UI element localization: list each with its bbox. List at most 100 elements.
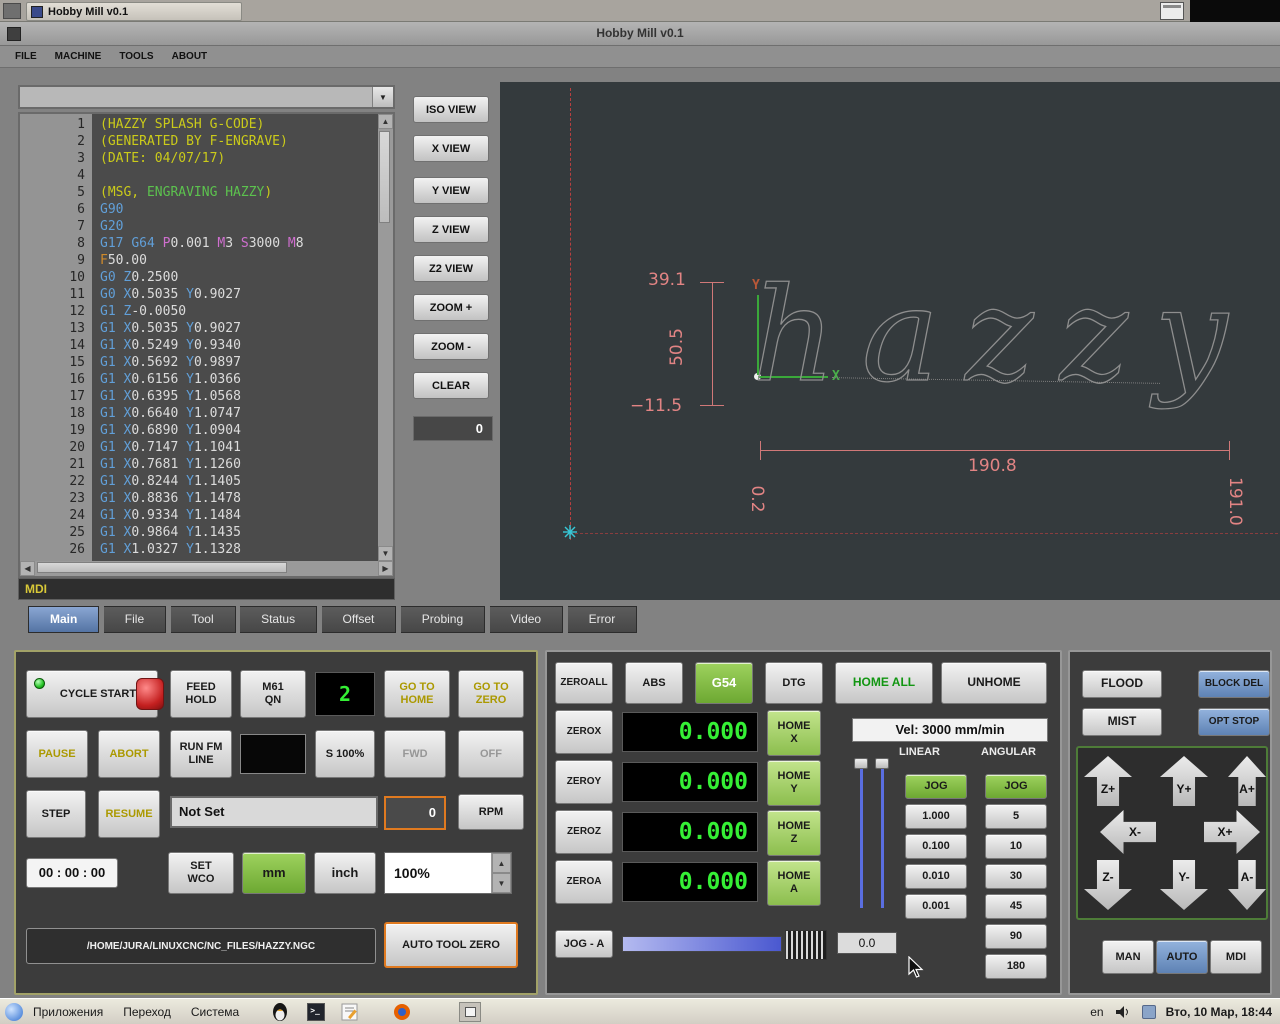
linear-inc-1[interactable]: 1.000: [905, 804, 967, 829]
feed-hold-button[interactable]: FEED HOLD: [170, 670, 232, 718]
block-delete-button[interactable]: BLOCK DEL: [1198, 670, 1270, 698]
jog-x-minus-button[interactable]: X-: [1100, 810, 1156, 854]
jog-z-plus-button[interactable]: Z+: [1084, 756, 1132, 806]
slider-handle[interactable]: [854, 758, 868, 769]
scroll-down-icon[interactable]: ▼: [378, 546, 393, 561]
y-view-button[interactable]: Y VIEW: [413, 177, 489, 204]
abort-button[interactable]: ABORT: [98, 730, 160, 778]
run-from-line-button[interactable]: RUN FM LINE: [170, 730, 232, 778]
linear-jog-button[interactable]: JOG: [905, 774, 967, 799]
gcode-text[interactable]: (HAZZY SPLASH G-CODE) (GENERATED BY F-ENG…: [92, 114, 378, 561]
home-a-button[interactable]: HOME A: [767, 860, 821, 906]
spinner-up-icon[interactable]: ▲: [492, 853, 511, 873]
jog-a-minus-button[interactable]: A-: [1228, 860, 1266, 910]
gcode-editor[interactable]: 1 2 3 4 5 6 7 8 9 10 11 12 13 14 15 16 17 18 19 20 21 22 23 24 2…: [18, 112, 395, 578]
menu-file[interactable]: FILE: [6, 48, 46, 65]
angular-inc-1[interactable]: 5: [985, 804, 1047, 829]
inch-button[interactable]: inch: [314, 852, 376, 894]
abs-button[interactable]: ABS: [625, 662, 683, 704]
angular-inc-2[interactable]: 10: [985, 834, 1047, 859]
tab-status[interactable]: Status: [240, 606, 318, 633]
jog-a-plus-button[interactable]: A+: [1228, 756, 1266, 806]
taskbar-menu-system[interactable]: Система: [181, 1001, 249, 1023]
z-view-button[interactable]: Z VIEW: [413, 216, 489, 243]
home-x-button[interactable]: HOME X: [767, 710, 821, 756]
gcode-file-combo[interactable]: ▼: [18, 85, 395, 109]
pause-button[interactable]: PAUSE: [26, 730, 88, 778]
vscroll-thumb[interactable]: [379, 131, 390, 223]
spindle-fwd-button[interactable]: FWD: [384, 730, 446, 778]
jog-z-minus-button[interactable]: Z-: [1084, 860, 1132, 910]
angular-inc-6[interactable]: 180: [985, 954, 1047, 979]
window-restore-icon[interactable]: [1160, 2, 1184, 20]
mdi-strip[interactable]: MDI: [18, 578, 395, 600]
hscroll-thumb[interactable]: [37, 562, 287, 573]
jog-y-plus-button[interactable]: Y+: [1160, 756, 1208, 806]
jog-y-minus-button[interactable]: Y-: [1160, 860, 1208, 910]
home-y-button[interactable]: HOME Y: [767, 760, 821, 806]
step-button[interactable]: STEP: [26, 790, 86, 838]
jog-speed-slider[interactable]: [874, 758, 890, 910]
angular-inc-5[interactable]: 90: [985, 924, 1047, 949]
spindle-off-button[interactable]: OFF: [458, 730, 524, 778]
tab-offset[interactable]: Offset: [321, 606, 397, 633]
show-desktop-icon[interactable]: [3, 3, 21, 19]
jog-a-slider[interactable]: [622, 936, 782, 952]
zoom-out-button[interactable]: ZOOM -: [413, 333, 489, 360]
linear-inc-4[interactable]: 0.001: [905, 894, 967, 919]
flood-button[interactable]: FLOOD: [1082, 670, 1162, 698]
zero-y-button[interactable]: ZEROY: [555, 760, 613, 804]
iso-view-button[interactable]: ISO VIEW: [413, 96, 489, 123]
zero-x-button[interactable]: ZEROX: [555, 710, 613, 754]
taskbar-window-button[interactable]: Hobby Mill v0.1: [26, 2, 242, 21]
z2-view-button[interactable]: Z2 VIEW: [413, 255, 489, 282]
menu-machine[interactable]: MACHINE: [46, 48, 111, 65]
mode-mdi-button[interactable]: MDI: [1210, 940, 1262, 974]
angular-jog-button[interactable]: JOG: [985, 774, 1047, 799]
main-menu-icon[interactable]: [5, 1002, 23, 1021]
scroll-left-icon[interactable]: ◀: [20, 561, 35, 576]
terminal-launcher-icon[interactable]: >_: [307, 1002, 326, 1021]
optional-stop-button[interactable]: OPT STOP: [1198, 708, 1270, 736]
titlebar[interactable]: Hobby Mill v0.1: [0, 22, 1280, 46]
mode-man-button[interactable]: MAN: [1102, 940, 1154, 974]
clock[interactable]: Вто, 10 Мар, 18:44: [1166, 1005, 1272, 1019]
zoom-in-button[interactable]: ZOOM +: [413, 294, 489, 321]
zero-all-button[interactable]: ZEROALL: [555, 662, 613, 704]
linear-inc-3[interactable]: 0.010: [905, 864, 967, 889]
scroll-up-icon[interactable]: ▲: [378, 114, 393, 129]
tab-tool[interactable]: Tool: [170, 606, 236, 633]
tab-file[interactable]: File: [103, 606, 167, 633]
text-editor-launcher-icon[interactable]: [341, 1003, 359, 1021]
mist-button[interactable]: MIST: [1082, 708, 1162, 736]
tab-video[interactable]: Video: [489, 606, 564, 633]
gremlin-preview[interactable]: 39.1 50.5 −11.5 Y X hazzy 190.8 0.2 191.…: [500, 82, 1280, 600]
spinner-down-icon[interactable]: ▼: [492, 873, 511, 893]
g54-button[interactable]: G54: [695, 662, 753, 704]
unhome-button[interactable]: UNHOME: [941, 662, 1047, 704]
menu-about[interactable]: ABOUT: [163, 48, 217, 65]
zero-a-button[interactable]: ZEROA: [555, 860, 613, 904]
mm-button[interactable]: mm: [242, 852, 306, 894]
spindle-override-button[interactable]: S 100%: [315, 730, 375, 778]
taskbar-menu-applications[interactable]: Приложения: [23, 1001, 113, 1023]
x-view-button[interactable]: X VIEW: [413, 135, 489, 162]
home-z-button[interactable]: HOME Z: [767, 810, 821, 856]
m61-button[interactable]: M61 QN: [240, 670, 306, 718]
goto-home-button[interactable]: GO TO HOME: [384, 670, 450, 718]
penguin-launcher-icon[interactable]: [271, 1002, 289, 1022]
tab-main[interactable]: Main: [28, 606, 100, 633]
auto-tool-zero-button[interactable]: AUTO TOOL ZERO: [384, 922, 518, 968]
taskbar-menu-places[interactable]: Переход: [113, 1001, 181, 1023]
home-all-button[interactable]: HOME ALL: [835, 662, 933, 704]
jog-x-plus-button[interactable]: X+: [1204, 810, 1260, 854]
combo-dropdown-button[interactable]: ▼: [372, 87, 393, 107]
editor-hscrollbar[interactable]: ◀ ▶: [20, 561, 393, 576]
linear-inc-2[interactable]: 0.100: [905, 834, 967, 859]
slider-handle[interactable]: [875, 758, 889, 769]
notification-icon[interactable]: [1141, 1004, 1156, 1019]
set-wco-button[interactable]: SET WCO: [168, 852, 234, 894]
clear-button[interactable]: CLEAR: [413, 372, 489, 399]
scroll-right-icon[interactable]: ▶: [378, 561, 393, 576]
view-counter[interactable]: 0: [413, 416, 493, 441]
